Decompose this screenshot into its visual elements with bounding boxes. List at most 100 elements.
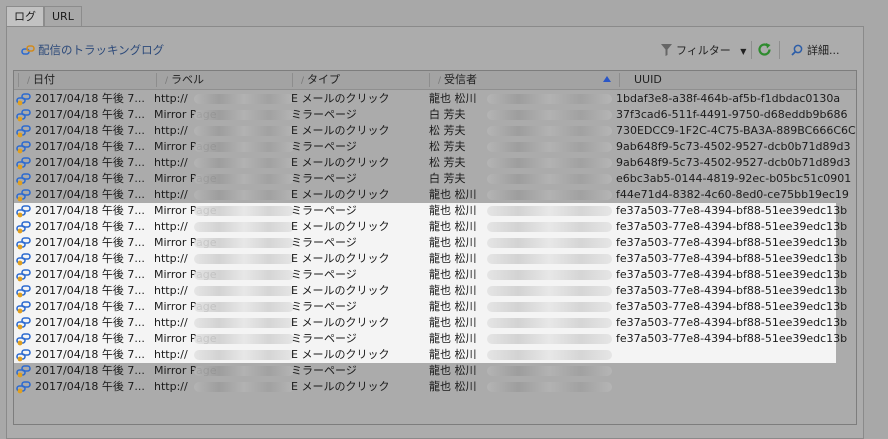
- tab-log[interactable]: ログ: [6, 6, 44, 26]
- cell-date: 2017/04/18 午後 7...: [35, 300, 145, 313]
- cell-uuid: 1bdaf3e8-a38f-464b-af5b-f1dbdac0130a: [616, 92, 841, 105]
- link-icon: [16, 252, 32, 266]
- search-icon: [791, 44, 803, 56]
- link-icon: [16, 380, 32, 394]
- redacted-email: [487, 222, 612, 232]
- refresh-button[interactable]: [757, 42, 772, 60]
- redacted-url: [194, 270, 294, 280]
- redacted-url: [194, 110, 294, 120]
- cell-uuid: fe37a503-77e8-4394-bf88-51ee39edc13b: [616, 268, 848, 281]
- cell-uuid: fe37a503-77e8-4394-bf88-51ee39edc13b: [616, 332, 848, 345]
- cell-date: 2017/04/18 午後 7...: [35, 380, 145, 393]
- redacted-url: [194, 334, 294, 344]
- redacted-url: [194, 286, 294, 296]
- redacted-url: [194, 190, 294, 200]
- tracking-log-list: ∕ 日付 ∕ ラベル ∕ タイプ ∕ 受信者 UUID 2017/04/18 午後 7.…: [13, 70, 857, 425]
- toolbar: 配信のトラッキングログ フィルター ▼ 詳細...: [7, 38, 863, 64]
- cell-date: 2017/04/18 午後 7...: [35, 284, 145, 297]
- filter-button[interactable]: フィルター ▼: [661, 42, 746, 58]
- redacted-email: [487, 94, 612, 104]
- redacted-email: [487, 238, 612, 248]
- cell-uuid: fe37a503-77e8-4394-bf88-51ee39edc13b: [616, 204, 848, 217]
- redacted-url: [194, 222, 294, 232]
- table-row[interactable]: 2017/04/18 午後 7... http://E メールのクリック 龍也 松川…: [14, 187, 856, 203]
- table-row[interactable]: 2017/04/18 午後 7... http://E メールのクリック 龍也 松川: [14, 379, 856, 395]
- tab-url[interactable]: URL: [44, 6, 82, 26]
- link-icon: [16, 268, 32, 282]
- column-header-uuid[interactable]: UUID: [619, 73, 856, 87]
- redacted-url: [194, 366, 294, 376]
- link-icon: [16, 316, 32, 330]
- cell-type: E メールのクリック: [291, 380, 390, 393]
- refresh-icon: [758, 43, 771, 56]
- cell-date: 2017/04/18 午後 7...: [35, 124, 145, 137]
- table-row[interactable]: 2017/04/18 午後 7... Mirror Page ミラーページ 龍也 松川…: [14, 203, 847, 219]
- cell-uuid: e6bc3ab5-0144-4819-92ec-b05bc51c0901: [616, 172, 852, 185]
- cell-type: E メールのクリック: [291, 124, 390, 137]
- redacted-email: [487, 382, 612, 392]
- table-row[interactable]: 2017/04/18 午後 7... http://E メールのクリック 龍也 松川…: [14, 91, 856, 107]
- cell-type: ミラーページ: [291, 364, 357, 377]
- table-row[interactable]: 2017/04/18 午後 7... http://E メールのクリック 龍也 松川: [14, 347, 836, 363]
- table-row[interactable]: 2017/04/18 午後 7... http://E メールのクリック 龍也 松川…: [14, 315, 847, 331]
- redacted-email: [487, 142, 612, 152]
- cell-type: E メールのクリック: [291, 220, 390, 233]
- cell-date: 2017/04/18 午後 7...: [35, 204, 145, 217]
- redacted-url: [194, 174, 294, 184]
- link-icon: [16, 204, 32, 218]
- redacted-url: [194, 206, 294, 216]
- table-row[interactable]: 2017/04/18 午後 7... http://E メールのクリック松 芳夫 9…: [14, 155, 856, 171]
- detail-button[interactable]: 詳細...: [791, 42, 840, 58]
- cell-uuid: 9ab648f9-5c73-4502-9527-dcb0b71d89d3: [616, 156, 851, 169]
- cell-type: E メールのクリック: [291, 188, 390, 201]
- table-row[interactable]: 2017/04/18 午後 7... Mirror Page ミラーページ 龍也 松川…: [14, 331, 847, 347]
- column-header-type[interactable]: ∕ タイプ: [292, 73, 429, 87]
- redacted-email: [487, 286, 612, 296]
- link-icon: [21, 45, 35, 55]
- table-row[interactable]: 2017/04/18 午後 7... Mirror Page ミラーページ 龍也 松川…: [14, 267, 847, 283]
- redacted-url: [194, 350, 294, 360]
- table-row[interactable]: 2017/04/18 午後 7... Mirror Page ミラーページ白 芳夫 3…: [14, 107, 856, 123]
- cell-recipient: 龍也 松川: [429, 268, 477, 281]
- cell-date: 2017/04/18 午後 7...: [35, 188, 145, 201]
- redacted-email: [487, 350, 612, 360]
- redacted-url: [194, 302, 294, 312]
- link-icon: [16, 92, 32, 106]
- redacted-email: [487, 254, 612, 264]
- cell-date: 2017/04/18 午後 7...: [35, 220, 145, 233]
- table-row[interactable]: 2017/04/18 午後 7... Mirror Page ミラーページ白 芳夫 e…: [14, 171, 856, 187]
- link-icon: [16, 156, 32, 170]
- cell-uuid: 730EDCC9-1F2C-4C75-BA3A-889BC666C6C7: [616, 124, 857, 137]
- cell-recipient: 龍也 松川: [429, 300, 477, 313]
- cell-type: E メールのクリック: [291, 284, 390, 297]
- table-row[interactable]: 2017/04/18 午後 7... http://E メールのクリック 龍也 松川…: [14, 251, 847, 267]
- detail-label: 詳細...: [807, 44, 840, 57]
- table-row[interactable]: 2017/04/18 午後 7... Mirror Page ミラーページ松 芳夫 9…: [14, 139, 856, 155]
- cell-date: 2017/04/18 午後 7...: [35, 364, 145, 377]
- cell-uuid: f44e71d4-8382-4c60-8ed0-ce75bb19ec19: [616, 188, 849, 201]
- cell-recipient: 龍也 松川: [429, 380, 477, 393]
- cell-recipient: 龍也 松川: [429, 332, 477, 345]
- link-icon: [16, 364, 32, 378]
- column-header-date[interactable]: ∕ 日付: [18, 73, 156, 87]
- table-row[interactable]: 2017/04/18 午後 7... http://E メールのクリック松 芳夫 7…: [14, 123, 857, 139]
- cell-date: 2017/04/18 午後 7...: [35, 316, 145, 329]
- cell-uuid: 9ab648f9-5c73-4502-9527-dcb0b71d89d3: [616, 140, 851, 153]
- table-row[interactable]: 2017/04/18 午後 7... Mirror Page ミラーページ 龍也 松川…: [14, 299, 847, 315]
- redacted-email: [487, 110, 612, 120]
- table-row[interactable]: 2017/04/18 午後 7... http://E メールのクリック 龍也 松川…: [14, 283, 847, 299]
- column-header-recipient[interactable]: ∕ 受信者: [429, 73, 619, 87]
- table-row[interactable]: 2017/04/18 午後 7... Mirror Page ミラーページ 龍也 松川…: [14, 235, 847, 251]
- sort-ascending-icon: [603, 76, 611, 82]
- column-header-label[interactable]: ∕ ラベル: [156, 73, 292, 87]
- list-header: ∕ 日付 ∕ ラベル ∕ タイプ ∕ 受信者 UUID: [14, 71, 856, 90]
- redacted-email: [487, 158, 612, 168]
- table-row[interactable]: 2017/04/18 午後 7... http://E メールのクリック 龍也 松川…: [14, 219, 847, 235]
- redacted-url: [194, 126, 294, 136]
- table-row[interactable]: 2017/04/18 午後 7... Mirror Page ミラーページ 龍也 松川: [14, 363, 856, 379]
- cell-recipient: 龍也 松川: [429, 236, 477, 249]
- cell-date: 2017/04/18 午後 7...: [35, 140, 145, 153]
- cell-recipient: 龍也 松川: [429, 284, 477, 297]
- funnel-icon: [661, 44, 672, 56]
- link-icon: [16, 108, 32, 122]
